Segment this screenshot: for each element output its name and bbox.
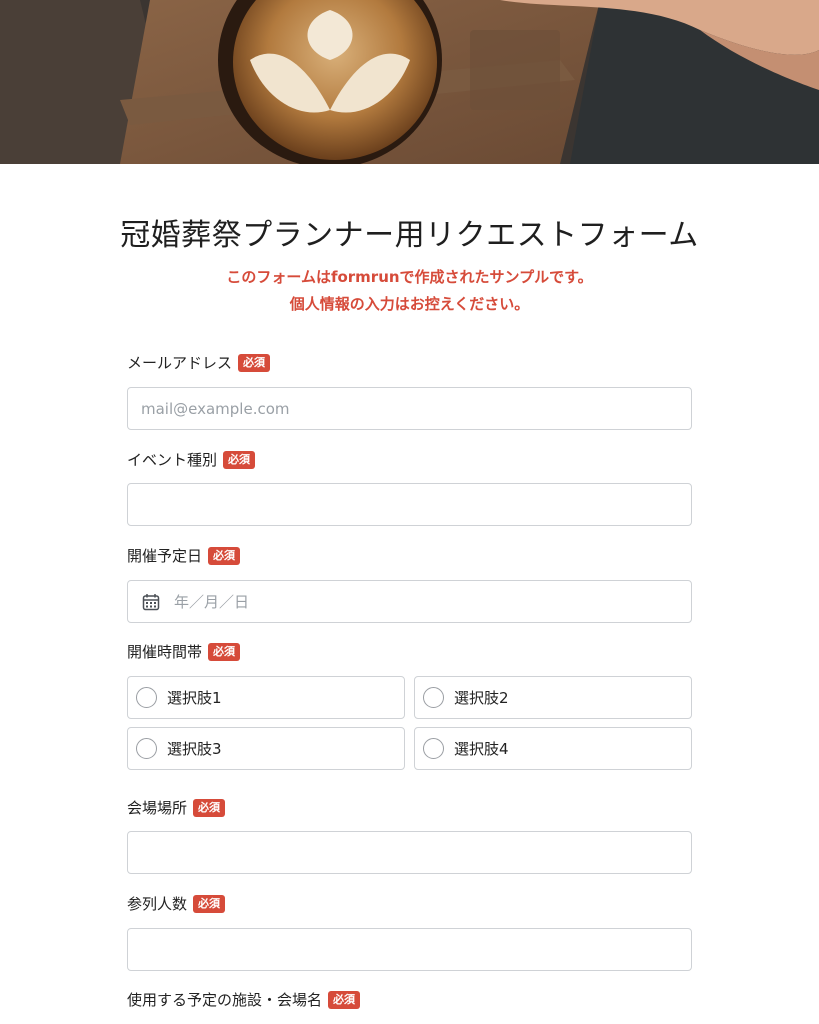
event-type-input[interactable] — [127, 483, 692, 526]
sample-notice-line2: 個人情報の入力はお控えください。 — [289, 295, 530, 313]
latte-art-photo — [0, 0, 819, 164]
sample-notice-line1: このフォームはformrunで作成されたサンプルです。 — [226, 268, 593, 286]
required-badge: 必須 — [238, 353, 271, 372]
attendees-input[interactable] — [127, 928, 692, 971]
email-input[interactable] — [127, 387, 692, 430]
time-slot-option-label: 選択肢2 — [454, 689, 509, 707]
required-badge: 必須 — [193, 894, 226, 913]
hero-image — [0, 0, 819, 164]
required-badge: 必須 — [208, 642, 241, 661]
event-date-label-text: 開催予定日 — [127, 547, 203, 565]
facility-name-label-text: 使用する予定の施設・会場名 — [127, 991, 323, 1009]
radio-circle-icon[interactable] — [136, 687, 157, 708]
time-slot-option-label: 選択肢1 — [167, 689, 222, 707]
time-slot-option-1[interactable]: 選択肢1 — [127, 676, 405, 719]
required-badge: 必須 — [208, 546, 241, 565]
event-date-input[interactable]: 年／月／日 — [127, 580, 692, 623]
required-badge: 必須 — [223, 450, 256, 469]
time-slot-label-text: 開催時間帯 — [127, 643, 203, 661]
required-badge: 必須 — [193, 798, 226, 817]
required-badge: 必須 — [328, 990, 361, 1009]
radio-circle-icon[interactable] — [136, 738, 157, 759]
facility-name-label: 使用する予定の施設・会場名 必須 — [127, 989, 361, 1010]
venue-location-input[interactable] — [127, 831, 692, 874]
radio-circle-icon[interactable] — [423, 687, 444, 708]
radio-circle-icon[interactable] — [423, 738, 444, 759]
email-label-text: メールアドレス — [127, 354, 233, 372]
form-title: 冠婚葬祭プランナー用リクエストフォーム — [120, 218, 699, 253]
time-slot-option-4[interactable]: 選択肢4 — [414, 727, 692, 770]
event-type-label: イベント種別 必須 — [127, 449, 256, 470]
venue-location-label-text: 会場場所 — [127, 799, 188, 817]
time-slot-option-3[interactable]: 選択肢3 — [127, 727, 405, 770]
attendees-label: 参列人数 必須 — [127, 893, 226, 914]
attendees-label-text: 参列人数 — [127, 895, 188, 913]
email-label: メールアドレス 必須 — [127, 352, 271, 373]
date-placeholder: 年／月／日 — [174, 593, 250, 611]
event-date-label: 開催予定日 必須 — [127, 545, 241, 566]
time-slot-option-label: 選択肢4 — [454, 740, 509, 758]
venue-location-label: 会場場所 必須 — [127, 797, 226, 818]
time-slot-option-label: 選択肢3 — [167, 740, 222, 758]
event-type-label-text: イベント種別 — [127, 451, 218, 469]
time-slot-label: 開催時間帯 必須 — [127, 641, 241, 662]
calendar-icon — [142, 593, 160, 610]
time-slot-option-2[interactable]: 選択肢2 — [414, 676, 692, 719]
